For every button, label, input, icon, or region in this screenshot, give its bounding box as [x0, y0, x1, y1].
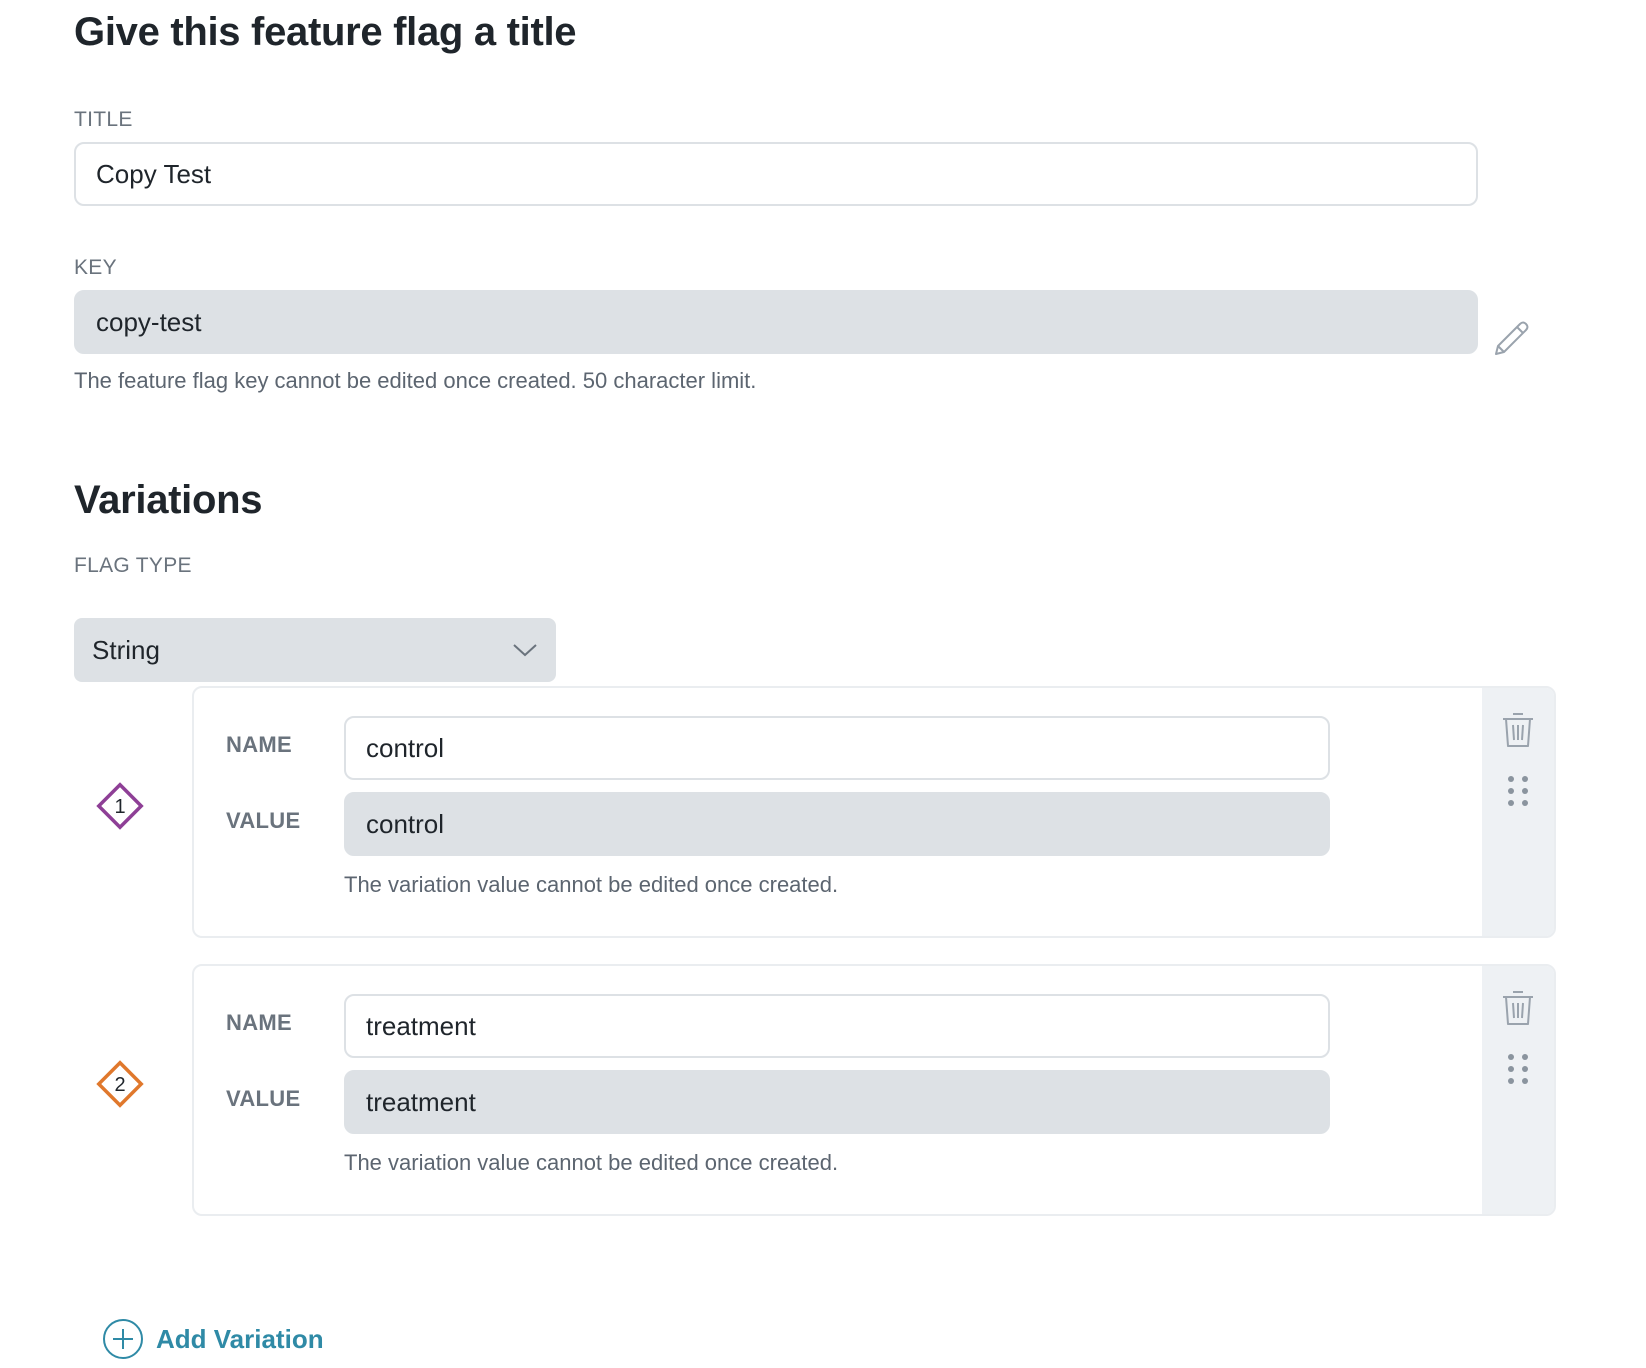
variation-actions	[1482, 688, 1554, 936]
drag-handle-icon	[1508, 776, 1528, 806]
variation-name-input[interactable]	[344, 994, 1330, 1058]
variation-value-input[interactable]	[344, 792, 1330, 856]
page-title: Give this feature flag a title	[74, 10, 577, 54]
key-label: KEY	[74, 256, 117, 279]
variation-value-label: VALUE	[226, 808, 301, 833]
title-input[interactable]	[74, 142, 1478, 206]
drag-handle[interactable]	[1506, 774, 1530, 808]
variation-card: NAME VALUE The variation value cannot be…	[192, 686, 1556, 938]
variation-value-input[interactable]	[344, 1070, 1330, 1134]
variation-number: 1	[114, 796, 125, 818]
variation-value-help: The variation value cannot be edited onc…	[344, 872, 839, 897]
title-label: TITLE	[74, 108, 133, 131]
edit-key-button[interactable]	[1490, 316, 1534, 360]
trash-icon	[1503, 713, 1533, 747]
pencil-icon	[1495, 321, 1529, 355]
flag-type-value: String	[92, 634, 160, 665]
chevron-down-icon	[513, 644, 537, 657]
plus-circle-icon	[103, 1319, 143, 1359]
variation-value-help: The variation value cannot be edited onc…	[344, 1150, 839, 1175]
variation-name-label: NAME	[226, 732, 292, 757]
variation-value-label: VALUE	[226, 1086, 301, 1111]
variation-marker-2: 2	[96, 1060, 144, 1108]
trash-icon	[1503, 991, 1533, 1025]
delete-variation-button[interactable]	[1500, 710, 1536, 750]
flag-type-select[interactable]: String	[74, 618, 556, 682]
flag-type-label: FLAG TYPE	[74, 554, 192, 577]
key-help-text: The feature flag key cannot be edited on…	[74, 368, 757, 393]
drag-handle-icon	[1508, 1054, 1528, 1084]
variation-name-label: NAME	[226, 1010, 292, 1035]
drag-handle[interactable]	[1506, 1052, 1530, 1086]
delete-variation-button[interactable]	[1500, 988, 1536, 1028]
variation-actions	[1482, 966, 1554, 1214]
variations-heading: Variations	[74, 478, 263, 522]
add-variation-label: Add Variation	[156, 1323, 324, 1354]
variation-name-input[interactable]	[344, 716, 1330, 780]
add-variation-button[interactable]: Add Variation	[102, 1318, 324, 1360]
variation-number: 2	[114, 1074, 125, 1096]
key-input[interactable]	[74, 290, 1478, 354]
variation-marker-1: 1	[96, 782, 144, 830]
variation-card: NAME VALUE The variation value cannot be…	[192, 964, 1556, 1216]
